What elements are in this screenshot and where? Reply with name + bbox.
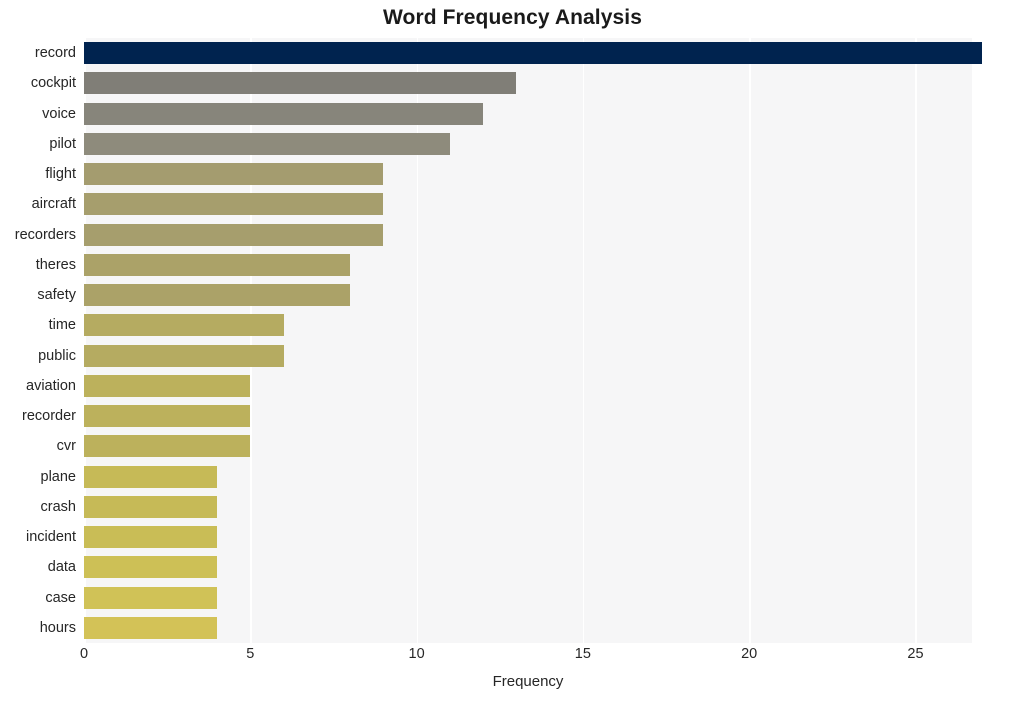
bar-row [84, 462, 972, 492]
bar-flight [84, 163, 384, 186]
bar-row [84, 68, 972, 98]
plot-area [84, 38, 982, 643]
y-tick-label-theres: theres [35, 256, 76, 273]
bar-row [84, 492, 972, 522]
bar-aircraft [84, 193, 384, 216]
bar-series [84, 38, 982, 643]
y-tick-label-aviation: aviation [26, 377, 76, 394]
x-tick-label-5: 5 [246, 646, 255, 662]
bar-row [84, 159, 972, 189]
y-tick-label-flight: flight [45, 166, 76, 182]
bar-cockpit [84, 72, 517, 95]
y-tick-label-incident: incident [26, 529, 76, 545]
bar-row [84, 99, 972, 129]
y-tick-label-cockpit: cockpit [30, 75, 76, 92]
y-tick-label-safety: safety [37, 287, 76, 303]
y-axis-tick-labels: record cockpit voice pilot flight aircraft rec… [0, 38, 76, 643]
y-tick-label-aircraft: aircraft [31, 196, 76, 213]
y-tick-label-pilot: pilot [49, 135, 76, 152]
bar-public [84, 344, 284, 367]
bar-row [84, 431, 972, 461]
bar-data [84, 556, 218, 579]
x-tick-label-15: 15 [574, 646, 591, 662]
bar-safety [84, 284, 351, 307]
bar-recorder [84, 405, 251, 428]
y-tick-label-time: time [48, 317, 76, 334]
bar-row [84, 280, 972, 310]
bar-aviation [84, 374, 251, 397]
x-tick-label-0: 0 [79, 646, 89, 662]
bar-pilot [84, 132, 450, 155]
bar-record [84, 42, 982, 65]
bar-row [84, 613, 972, 643]
bar-row [84, 129, 972, 159]
x-axis-title: Frequency [492, 673, 564, 690]
bar-row [84, 341, 972, 371]
chart-title: Word Frequency Analysis [382, 6, 643, 29]
bar-cvr [84, 435, 251, 458]
y-tick-label-cvr: cvr [56, 438, 76, 455]
y-tick-label-case: case [45, 589, 76, 606]
bar-row [84, 38, 982, 68]
y-tick-label-plane: plane [40, 468, 76, 485]
y-tick-label-record: record [34, 45, 76, 61]
bar-row [84, 583, 972, 613]
y-tick-label-data: data [47, 559, 76, 576]
y-tick-label-crash: crash [40, 498, 76, 515]
y-tick-label-recorders: recorders [14, 226, 76, 243]
y-tick-label-hours: hours [39, 619, 76, 636]
bar-row [84, 522, 972, 552]
bar-time [84, 314, 284, 337]
bar-row [84, 552, 972, 582]
bar-row [84, 189, 972, 219]
bar-crash [84, 495, 218, 518]
bar-case [84, 586, 218, 609]
chart-figure: Word Frequency Analysis record cockpit voi… [0, 0, 1025, 701]
bar-row [84, 250, 972, 280]
bar-plane [84, 465, 218, 488]
x-tick-label-20: 20 [741, 646, 758, 662]
bar-row [84, 310, 972, 340]
bar-row [84, 220, 972, 250]
bar-hours [84, 616, 218, 639]
x-tick-label-25: 25 [907, 646, 924, 662]
x-tick-label-10: 10 [408, 646, 425, 662]
bar-voice [84, 102, 484, 125]
bar-row [84, 371, 972, 401]
bar-incident [84, 526, 218, 549]
y-tick-label-recorder: recorder [22, 408, 76, 424]
y-tick-label-public: public [38, 347, 76, 364]
x-axis-tick-labels: 0 5 10 15 20 25 [80, 646, 972, 668]
bar-row [84, 401, 972, 431]
bar-recorders [84, 223, 384, 246]
bar-theres [84, 253, 351, 276]
y-tick-label-voice: voice [42, 105, 76, 122]
